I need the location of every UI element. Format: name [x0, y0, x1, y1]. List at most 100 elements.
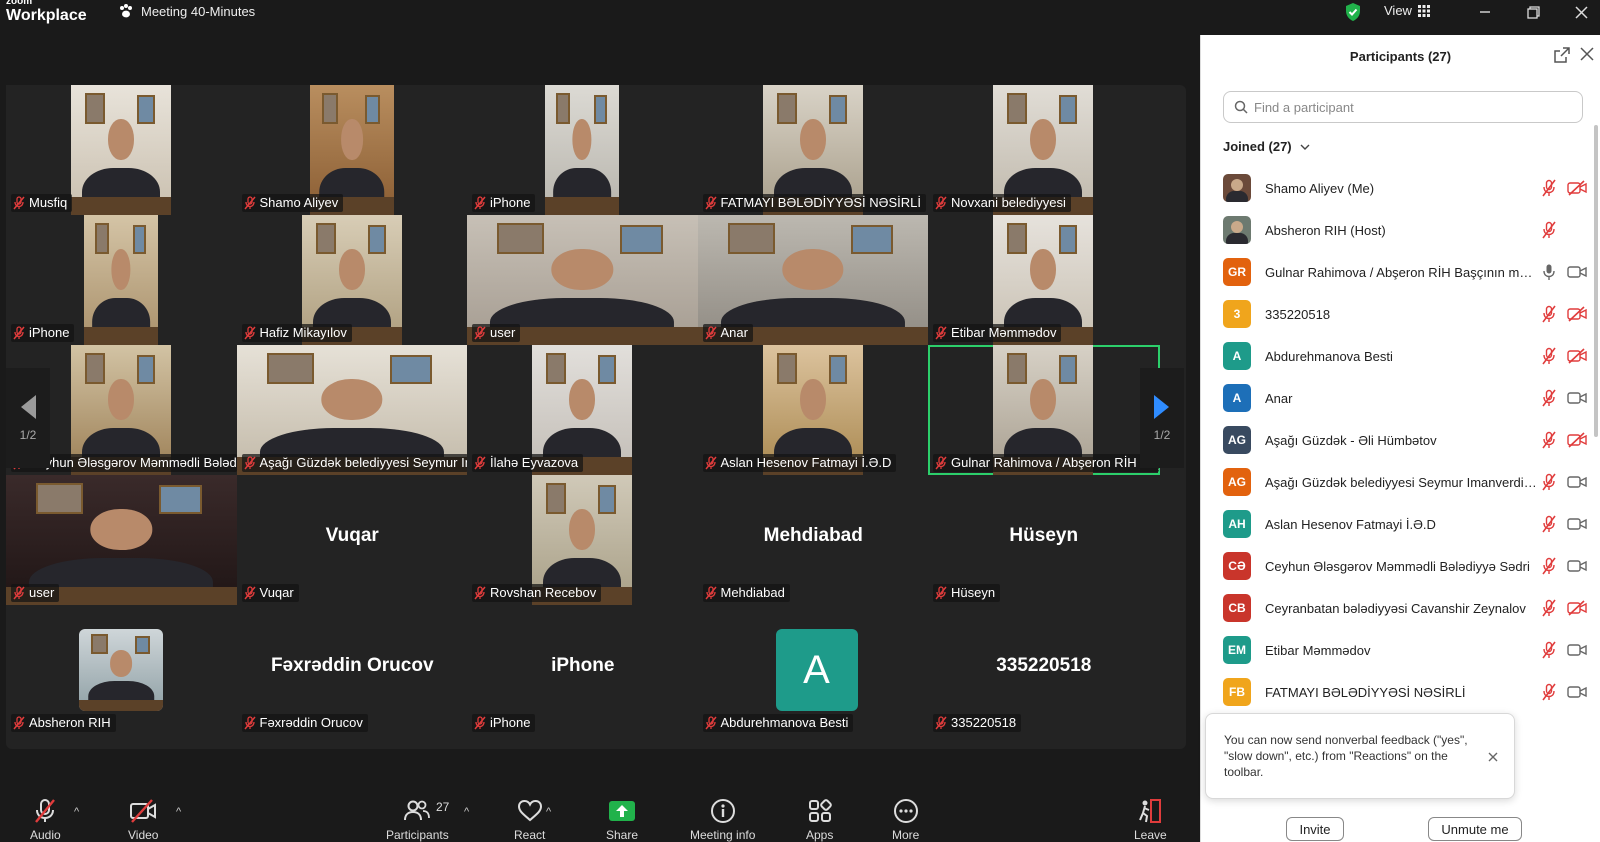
- mic-muted-icon[interactable]: [1541, 347, 1557, 365]
- participant-tile[interactable]: A Abdurehmanova Besti: [697, 605, 929, 735]
- participant-row[interactable]: Absheron RIH (Host): [1223, 209, 1591, 251]
- video-feed: [71, 85, 172, 215]
- participant-tile[interactable]: Aşağı Güzdək belediyyesi Seymur Imanverd…: [236, 345, 468, 475]
- participant-row[interactable]: A Abdurehmanova Besti: [1223, 335, 1591, 377]
- share-button[interactable]: Share: [606, 798, 638, 842]
- participant-row[interactable]: A Anar: [1223, 377, 1591, 419]
- mic-muted-icon[interactable]: [1541, 641, 1557, 659]
- mic-muted-icon[interactable]: [1541, 515, 1557, 533]
- video-button[interactable]: Video: [128, 798, 158, 842]
- close-panel-button[interactable]: [1580, 47, 1594, 66]
- participant-tile[interactable]: Anar: [697, 215, 929, 345]
- mic-muted-icon[interactable]: [1541, 431, 1557, 449]
- video-off-icon[interactable]: [1567, 306, 1587, 322]
- participant-avatar: AH: [1223, 510, 1251, 538]
- participant-tile[interactable]: Rovshan Recebov: [467, 475, 699, 605]
- video-on-icon[interactable]: [1567, 516, 1587, 532]
- tile-name-label: Fəxrəddin Orucov: [241, 714, 368, 732]
- leave-button[interactable]: Leave: [1134, 798, 1167, 842]
- participant-tile[interactable]: Novxani belediyyesi: [928, 85, 1160, 215]
- participant-row[interactable]: EM Etibar Məmmədov: [1223, 629, 1591, 671]
- mic-muted-icon[interactable]: [1541, 473, 1557, 491]
- participant-search[interactable]: [1223, 91, 1583, 123]
- mic-on-icon[interactable]: [1541, 263, 1557, 281]
- participant-tile[interactable]: Absheron RIH: [6, 605, 238, 735]
- participant-avatar: EM: [1223, 636, 1251, 664]
- participant-tile[interactable]: Vuqar Vuqar: [236, 475, 468, 605]
- search-input[interactable]: [1254, 99, 1574, 115]
- tile-name-text: user: [29, 585, 55, 600]
- participant-tile[interactable]: iPhone: [467, 85, 699, 215]
- participant-tile[interactable]: Shamo Aliyev: [236, 85, 468, 215]
- participant-tile[interactable]: Etibar Məmmədov: [928, 215, 1160, 345]
- mic-muted-icon[interactable]: [1541, 389, 1557, 407]
- mic-muted-icon[interactable]: [1541, 305, 1557, 323]
- participant-tile[interactable]: Hüseyn Hüseyn: [928, 475, 1160, 605]
- video-off-icon[interactable]: [1567, 348, 1587, 364]
- participant-tile[interactable]: Mehdiabad Mehdiabad: [697, 475, 929, 605]
- participant-row[interactable]: AG Aşağı Güzdək - Əli Hümbətov: [1223, 419, 1591, 461]
- participant-tile[interactable]: Fəxrəddin Orucov Fəxrəddin Orucov: [236, 605, 468, 735]
- more-button[interactable]: More: [892, 798, 919, 842]
- participant-tile[interactable]: Gulnar Rahimova / Abşeron RİH Başçının m…: [928, 345, 1160, 475]
- participants-options-caret[interactable]: ^: [464, 806, 469, 818]
- audio-options-caret[interactable]: ^: [74, 806, 79, 818]
- video-on-icon[interactable]: [1567, 684, 1587, 700]
- participant-row[interactable]: GR Gulnar Rahimova / Abşeron RİH Başçının…: [1223, 251, 1591, 293]
- mic-muted-icon[interactable]: [1541, 557, 1557, 575]
- apps-button[interactable]: Apps: [806, 798, 833, 842]
- minimize-button[interactable]: [1470, 0, 1500, 24]
- view-button[interactable]: View: [1384, 3, 1430, 18]
- participant-tile[interactable]: Hafiz Mikayılov: [236, 215, 468, 345]
- participants-icon: [404, 800, 431, 821]
- participant-row[interactable]: CB Ceyranbatan bələdiyyəsi Cavanshir Zeyn…: [1223, 587, 1591, 629]
- participant-row[interactable]: AG Aşağı Güzdək belediyyesi Seymur Imanve…: [1223, 461, 1591, 503]
- meeting-title[interactable]: Meeting 40-Minutes: [118, 3, 255, 19]
- video-off-icon[interactable]: [1567, 180, 1587, 196]
- participant-row[interactable]: Shamo Aliyev (Me): [1223, 167, 1591, 209]
- video-on-icon[interactable]: [1567, 474, 1587, 490]
- participant-status-icons: [1541, 389, 1587, 407]
- participant-row[interactable]: 3 335220518: [1223, 293, 1591, 335]
- react-options-caret[interactable]: ^: [546, 806, 551, 818]
- close-window-button[interactable]: [1566, 0, 1596, 24]
- next-page-button[interactable]: 1/2: [1140, 368, 1184, 468]
- mic-muted-icon[interactable]: [1541, 599, 1557, 617]
- video-options-caret[interactable]: ^: [176, 806, 181, 818]
- security-shield-icon[interactable]: [1344, 2, 1362, 27]
- panel-scrollbar[interactable]: [1594, 125, 1598, 437]
- participant-tile[interactable]: Musfiq: [6, 85, 238, 215]
- audio-label: Audio: [30, 828, 61, 842]
- participant-tile[interactable]: iPhone iPhone: [467, 605, 699, 735]
- participant-tile[interactable]: İlahə Eyvazova: [467, 345, 699, 475]
- video-on-icon[interactable]: [1567, 264, 1587, 280]
- participant-tile[interactable]: FATMAYI BƏLƏDİYYƏSİ NƏSİRLİ: [697, 85, 929, 215]
- mic-muted-icon[interactable]: [1541, 683, 1557, 701]
- react-button[interactable]: React: [514, 798, 545, 842]
- page-indicator-right: 1/2: [1153, 428, 1171, 442]
- toast-close-button[interactable]: [1488, 750, 1498, 766]
- mic-muted-icon[interactable]: [1541, 221, 1557, 239]
- popout-button[interactable]: [1554, 47, 1570, 68]
- participant-tile[interactable]: Aslan Hesenov Fatmayi İ.Ə.D: [697, 345, 929, 475]
- video-on-icon[interactable]: [1567, 642, 1587, 658]
- video-on-icon[interactable]: [1567, 390, 1587, 406]
- participant-tile[interactable]: user: [467, 215, 699, 345]
- invite-button[interactable]: Invite: [1286, 817, 1344, 841]
- video-off-icon[interactable]: [1567, 600, 1587, 616]
- video-off-icon[interactable]: [1567, 432, 1587, 448]
- meeting-info-button[interactable]: Meeting info: [690, 798, 755, 842]
- participant-row[interactable]: CƏ Ceyhun Ələsgərov Məmmədli Bələdiyyə Sə…: [1223, 545, 1591, 587]
- prev-page-button[interactable]: 1/2: [6, 368, 50, 468]
- participant-tile[interactable]: user: [6, 475, 238, 605]
- video-on-icon[interactable]: [1567, 558, 1587, 574]
- restore-button[interactable]: [1518, 0, 1548, 24]
- unmute-me-button[interactable]: Unmute me: [1428, 817, 1522, 841]
- mic-muted-icon[interactable]: [1541, 179, 1557, 197]
- joined-section-toggle[interactable]: Joined (27): [1223, 139, 1310, 154]
- participant-tile[interactable]: 335220518 335220518: [928, 605, 1160, 735]
- participant-tile[interactable]: iPhone: [6, 215, 238, 345]
- participant-row[interactable]: FB FATMAYI BƏLƏDİYYƏSİ NƏSİRLİ: [1223, 671, 1591, 713]
- participant-row[interactable]: AH Aslan Hesenov Fatmayi İ.Ə.D: [1223, 503, 1591, 545]
- audio-button[interactable]: Audio: [30, 798, 61, 842]
